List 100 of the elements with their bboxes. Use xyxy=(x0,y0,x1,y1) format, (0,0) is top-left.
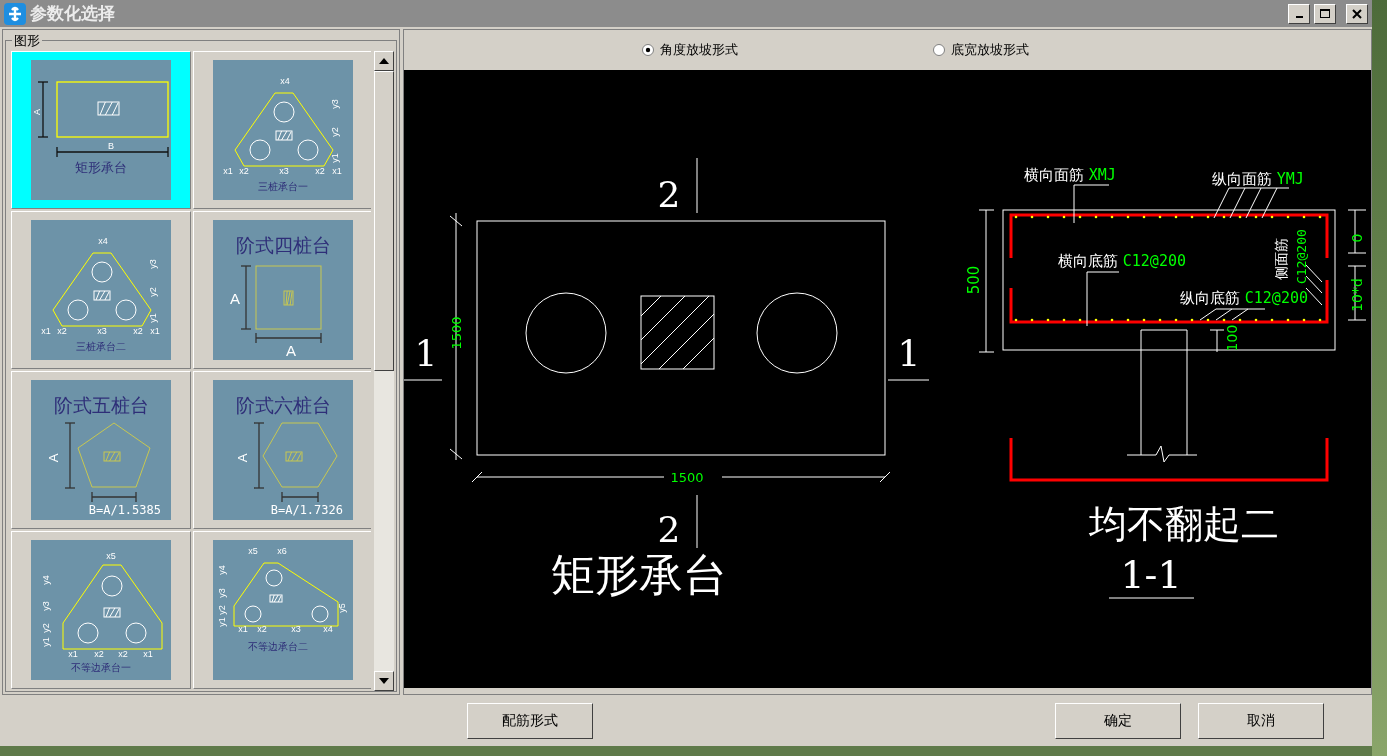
scrollbar[interactable] xyxy=(374,51,394,692)
thumbnail-heading: 阶式六桩台 xyxy=(235,395,331,417)
radio-option[interactable]: 角度放坡形式 xyxy=(642,41,738,60)
section-mark: 2 xyxy=(657,509,681,551)
minimize-button[interactable] xyxy=(1288,3,1310,24)
dimension-label: A xyxy=(286,342,296,360)
dimension-label: x5 xyxy=(248,546,258,557)
rebar-note: 横向面筋 XMJ xyxy=(1024,166,1116,185)
down-triangle-icon xyxy=(379,678,389,685)
dialog-button[interactable]: 配筋形式 xyxy=(467,702,593,739)
dimension-label: x4 xyxy=(98,236,108,247)
dimension-label: x5 xyxy=(106,551,116,562)
pile-circle xyxy=(115,299,137,321)
scroll-thumb[interactable] xyxy=(374,71,394,372)
section-mark: 1 xyxy=(897,333,921,375)
radio-option[interactable]: 底宽放坡形式 xyxy=(933,41,1029,60)
hatch-icon xyxy=(103,607,121,618)
dimension-line xyxy=(1347,209,1367,254)
dialog-button[interactable]: 取消 xyxy=(1198,702,1324,739)
section-line xyxy=(696,157,698,214)
pile-circle xyxy=(311,605,329,623)
leader-line xyxy=(1073,184,1110,224)
shape-tile[interactable]: 阶式四桩台 A A xyxy=(193,211,371,370)
dimension-label: x3 xyxy=(291,624,301,635)
dimension-label: A xyxy=(32,109,42,116)
dimension-label: x3 xyxy=(279,166,289,177)
dimension-label: x4 xyxy=(280,76,290,87)
scroll-up-button[interactable] xyxy=(374,51,394,72)
dimension-line xyxy=(1347,265,1367,321)
dimension-label: x3 xyxy=(97,326,107,337)
hatch-icon xyxy=(269,594,283,603)
dimension-line xyxy=(64,422,76,489)
dimension-label: y1 xyxy=(330,153,340,164)
section-line xyxy=(404,379,443,381)
dimension-label: x4 xyxy=(323,624,333,635)
minimize-icon xyxy=(1295,16,1303,19)
window-title: 参数化选择 xyxy=(30,2,116,26)
dimension-label: x1 xyxy=(41,326,51,337)
dimension-label: y1 xyxy=(41,637,51,648)
dimension-label: B xyxy=(108,141,114,152)
thumbnail-heading: 阶式四桩台 xyxy=(235,235,331,257)
dimension-label: x1 xyxy=(223,166,233,177)
app-logo-icon xyxy=(4,2,26,25)
dimension-label: y3 xyxy=(330,99,340,110)
pile-circle xyxy=(297,139,319,161)
dimension-label: x1 xyxy=(150,326,160,337)
dimension-line xyxy=(240,265,252,330)
pile-circle xyxy=(77,622,99,644)
drawing-title: 矩形承台 xyxy=(551,549,727,601)
pile-circle xyxy=(265,569,283,587)
leader-line xyxy=(1086,271,1120,327)
dimension-line xyxy=(255,332,322,344)
dimension-line xyxy=(253,422,265,489)
section-mark: 1 xyxy=(414,333,438,375)
section-line xyxy=(696,494,698,549)
dimension-label: x2 xyxy=(239,166,249,177)
dimension-text: 10*d xyxy=(1349,278,1365,313)
maximize-button[interactable] xyxy=(1314,3,1336,24)
dimension-text: 1500 xyxy=(670,470,704,486)
formula-label: B=A/1.7326 xyxy=(270,503,343,518)
dimension-line xyxy=(281,491,319,503)
dimension-label: y3 xyxy=(41,601,51,612)
up-triangle-icon xyxy=(379,58,389,65)
pile-circle xyxy=(91,261,113,283)
pile-circle xyxy=(101,575,123,597)
square-outline xyxy=(255,265,322,330)
dimension-text: 500 xyxy=(965,266,983,295)
pile-circle xyxy=(244,605,262,623)
pile-circle xyxy=(67,299,89,321)
dimension-label: y4 xyxy=(41,575,51,586)
hatch-icon xyxy=(275,130,293,141)
dimension-text: 100 xyxy=(1224,324,1240,352)
dialog-button[interactable]: 确定 xyxy=(1055,702,1181,739)
dimension-label: x1 xyxy=(332,166,342,177)
dimension-label: x1 xyxy=(143,649,153,660)
hatch-icon xyxy=(103,451,121,462)
shape-tile[interactable]: 阶式五桩台 A B=A/1.5385 xyxy=(11,371,191,530)
dimension-label: x2 xyxy=(118,649,128,660)
formula-label: B=A/1.5385 xyxy=(88,503,161,518)
dimension-label: x1 xyxy=(68,649,78,660)
leader-line xyxy=(1199,308,1266,321)
dimension-label: x2 xyxy=(133,326,143,337)
maximize-icon xyxy=(1320,8,1330,19)
section-name: 均不翻起二 xyxy=(1089,502,1279,547)
section-line xyxy=(887,379,930,381)
hatch-icon xyxy=(283,290,294,306)
shape-tile[interactable]: 阶式六桩台 A B=A/1.7326 xyxy=(193,371,371,530)
pile-circle xyxy=(249,139,271,161)
scroll-down-button[interactable] xyxy=(374,671,394,692)
thumbnail-caption: 矩形承台 xyxy=(75,160,127,176)
shape-tile[interactable]: A B 矩形承台 xyxy=(11,51,191,210)
dimension-label: y2 xyxy=(41,623,51,634)
dimension-label: y2 xyxy=(148,287,158,298)
dimension-label: y2 xyxy=(330,127,340,138)
dimension-label: y3 xyxy=(217,588,227,599)
close-icon xyxy=(1352,8,1362,19)
section-title: 1-1 xyxy=(1120,553,1182,598)
dimension-label: y1 xyxy=(217,617,227,628)
dimension-line xyxy=(1209,329,1225,353)
close-button[interactable] xyxy=(1346,3,1368,24)
